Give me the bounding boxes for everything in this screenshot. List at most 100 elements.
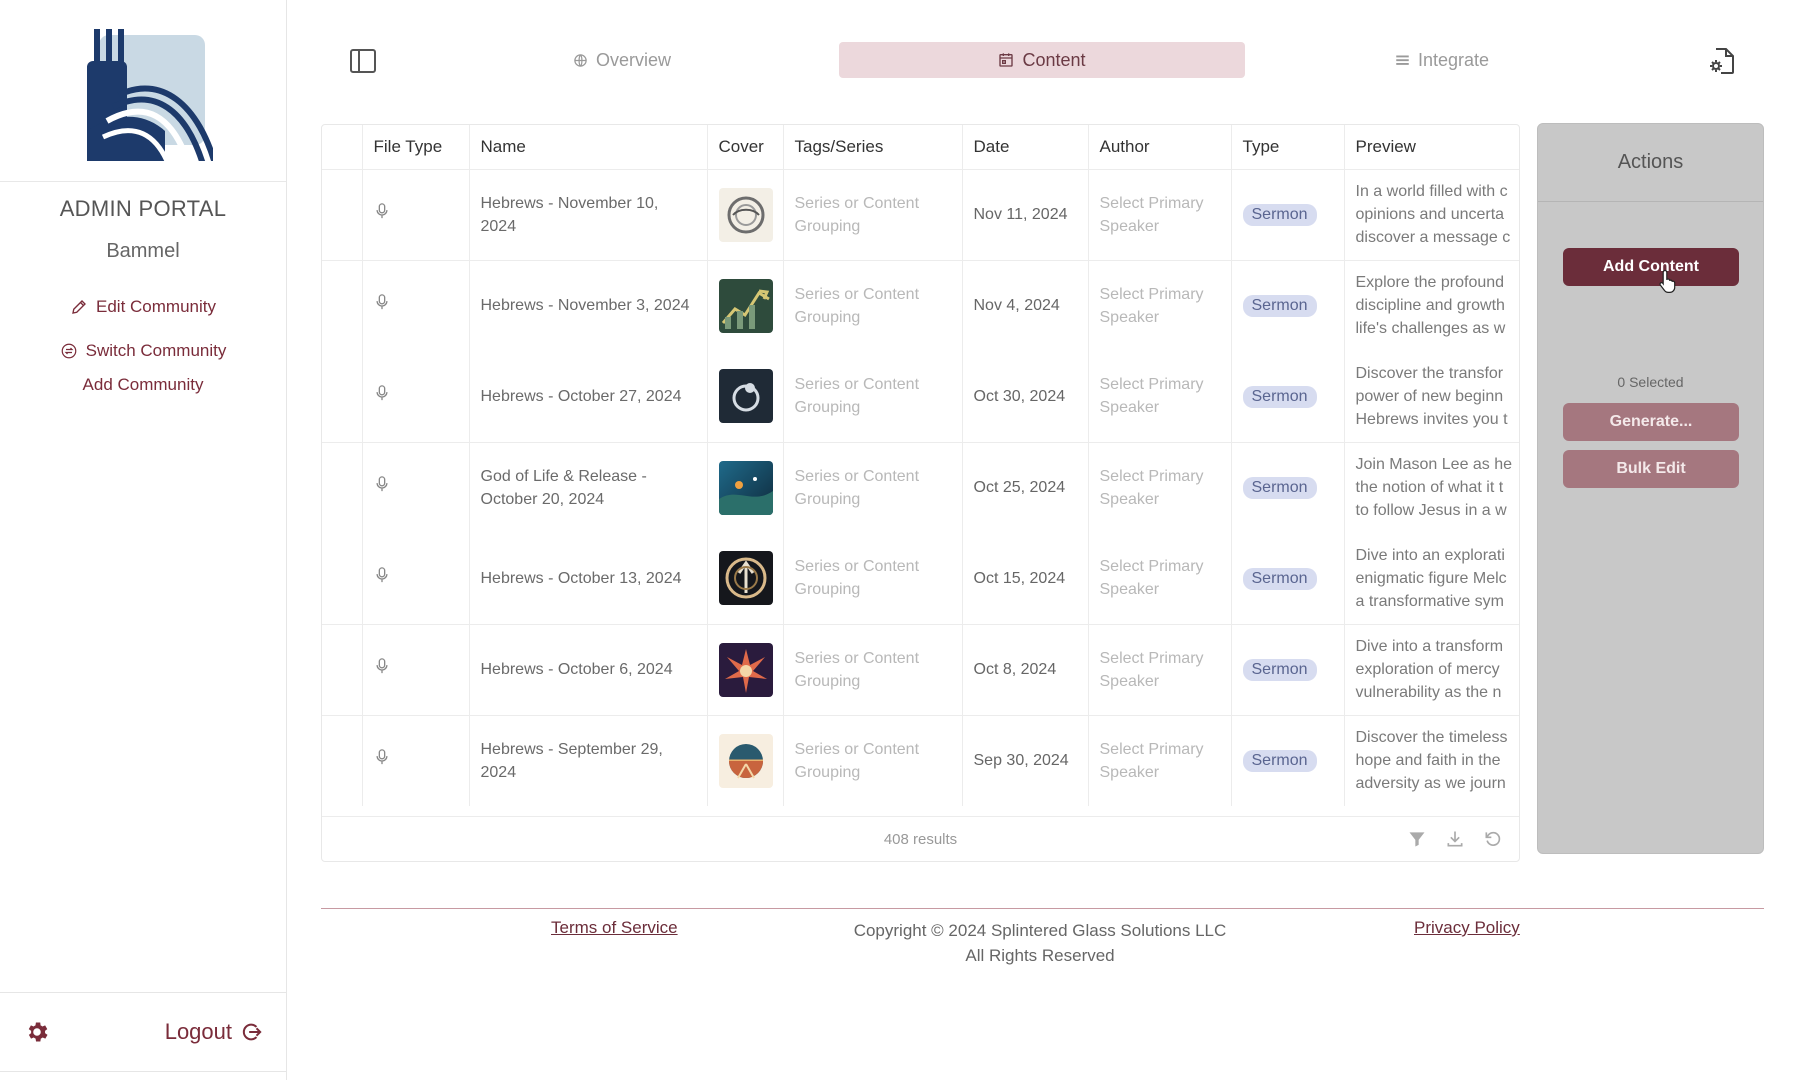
- row-select-cell[interactable]: [322, 351, 363, 442]
- preview-cell[interactable]: Explore the profound discipline and growt…: [1344, 259, 1519, 351]
- row-select-cell[interactable]: [322, 168, 363, 260]
- tags-series-field[interactable]: Series or Content Grouping: [783, 259, 963, 351]
- row-select-cell[interactable]: [322, 623, 363, 715]
- content-date[interactable]: Nov 11, 2024: [962, 168, 1089, 260]
- type-cell[interactable]: Sermon: [1231, 623, 1345, 715]
- cover-cell[interactable]: [707, 441, 784, 533]
- download-icon[interactable]: [1445, 829, 1465, 849]
- privacy-policy-link[interactable]: Privacy Policy: [1414, 918, 1520, 938]
- author-field[interactable]: Select Primary Speaker: [1088, 623, 1232, 715]
- row-select-cell[interactable]: [322, 259, 363, 351]
- table-row[interactable]: Hebrews - September 29, 2024 Series or Co…: [322, 714, 1519, 806]
- tab-integrate[interactable]: Integrate: [1367, 42, 1517, 78]
- column-header-tags-series[interactable]: Tags/Series: [783, 125, 963, 170]
- column-header-cover[interactable]: Cover: [707, 125, 784, 170]
- refresh-icon[interactable]: [1483, 829, 1503, 849]
- type-cell[interactable]: Sermon: [1231, 533, 1345, 624]
- edit-community-link[interactable]: Edit Community: [70, 297, 216, 317]
- cover-thumbnail[interactable]: [718, 187, 773, 242]
- add-content-button[interactable]: Add Content: [1563, 248, 1739, 286]
- author-field[interactable]: Select Primary Speaker: [1088, 533, 1232, 624]
- terms-of-service-link[interactable]: Terms of Service: [551, 918, 678, 938]
- type-cell[interactable]: Sermon: [1231, 168, 1345, 260]
- row-select-cell[interactable]: [322, 533, 363, 624]
- content-date[interactable]: Oct 8, 2024: [962, 623, 1089, 715]
- sidebar-toggle-icon[interactable]: [349, 47, 377, 75]
- content-name[interactable]: Hebrews - October 27, 2024: [469, 351, 708, 442]
- preview-cell[interactable]: Join Mason Lee as he the notion of what i…: [1344, 441, 1519, 533]
- column-header-file-type[interactable]: File Type: [362, 125, 470, 170]
- preview-cell[interactable]: Discover the transfor power of new beginn…: [1344, 351, 1519, 442]
- logout-button[interactable]: Logout: [165, 1019, 262, 1045]
- content-name[interactable]: Hebrews - November 10, 2024: [469, 168, 708, 260]
- type-cell[interactable]: Sermon: [1231, 441, 1345, 533]
- cover-cell[interactable]: [707, 259, 784, 351]
- tags-series-field[interactable]: Series or Content Grouping: [783, 441, 963, 533]
- table-row[interactable]: Hebrews - October 6, 2024 Series or Conte…: [322, 623, 1519, 715]
- content-name[interactable]: Hebrews - October 6, 2024: [469, 623, 708, 715]
- cover-cell[interactable]: [707, 623, 784, 715]
- cover-thumbnail[interactable]: [718, 551, 773, 606]
- content-name[interactable]: Hebrews - September 29, 2024: [469, 714, 708, 806]
- row-select-cell[interactable]: [322, 714, 363, 806]
- type-cell[interactable]: Sermon: [1231, 351, 1345, 442]
- author-field[interactable]: Select Primary Speaker: [1088, 351, 1232, 442]
- column-header-preview[interactable]: Preview: [1344, 125, 1519, 170]
- content-date[interactable]: Oct 25, 2024: [962, 441, 1089, 533]
- tab-overview[interactable]: Overview: [547, 42, 697, 78]
- content-date[interactable]: Oct 15, 2024: [962, 533, 1089, 624]
- author-field[interactable]: Select Primary Speaker: [1088, 714, 1232, 806]
- author-field[interactable]: Select Primary Speaker: [1088, 168, 1232, 260]
- tags-series-field[interactable]: Series or Content Grouping: [783, 533, 963, 624]
- generate-button[interactable]: Generate...: [1563, 403, 1739, 441]
- table-row[interactable]: Hebrews - November 10, 2024 Series or Con…: [322, 168, 1519, 260]
- table-row[interactable]: Hebrews - October 27, 2024 Series or Cont…: [322, 351, 1519, 442]
- bulk-edit-button[interactable]: Bulk Edit: [1563, 450, 1739, 488]
- table-row[interactable]: God of Life & Release - October 20, 2024…: [322, 441, 1519, 533]
- content-date[interactable]: Nov 4, 2024: [962, 259, 1089, 351]
- type-cell[interactable]: Sermon: [1231, 714, 1345, 806]
- column-header-type[interactable]: Type: [1231, 125, 1345, 170]
- cover-thumbnail[interactable]: [718, 733, 773, 788]
- tab-content[interactable]: Content: [839, 42, 1245, 78]
- cover-thumbnail[interactable]: [718, 369, 773, 424]
- cover-thumbnail[interactable]: [718, 460, 773, 515]
- content-name[interactable]: Hebrews - November 3, 2024: [469, 259, 708, 351]
- content-name[interactable]: Hebrews - October 13, 2024: [469, 533, 708, 624]
- cover-thumbnail[interactable]: [718, 278, 773, 333]
- file-gear-icon[interactable]: [1707, 46, 1737, 76]
- select-column-header[interactable]: [322, 125, 363, 170]
- cover-cell[interactable]: [707, 533, 784, 624]
- tags-series-field[interactable]: Series or Content Grouping: [783, 714, 963, 806]
- cover-cell[interactable]: [707, 714, 784, 806]
- row-select-cell[interactable]: [322, 441, 363, 533]
- filter-icon[interactable]: [1407, 829, 1427, 849]
- cover-cell[interactable]: [707, 351, 784, 442]
- cover-thumbnail[interactable]: [718, 642, 773, 697]
- preview-cell[interactable]: Dive into a transform exploration of merc…: [1344, 623, 1519, 715]
- author-field[interactable]: Select Primary Speaker: [1088, 259, 1232, 351]
- table-row[interactable]: Hebrews - October 13, 2024 Series or Cont…: [322, 533, 1519, 624]
- tags-series-field[interactable]: Series or Content Grouping: [783, 168, 963, 260]
- column-header-name[interactable]: Name: [469, 125, 708, 170]
- table-row[interactable]: Hebrews - November 3, 2024 Series or Cont…: [322, 259, 1519, 351]
- add-community-link[interactable]: Add Community: [83, 375, 204, 395]
- content-date[interactable]: Sep 30, 2024: [962, 714, 1089, 806]
- content-date[interactable]: Oct 30, 2024: [962, 351, 1089, 442]
- preview-line: life's challenges as w: [1355, 320, 1506, 338]
- type-cell[interactable]: Sermon: [1231, 259, 1345, 351]
- column-header-author[interactable]: Author: [1088, 125, 1232, 170]
- preview-cell[interactable]: Discover the timeless hope and faith in t…: [1344, 714, 1519, 806]
- microphone-icon: [375, 294, 388, 310]
- cover-cell[interactable]: [707, 168, 784, 260]
- content-name[interactable]: God of Life & Release - October 20, 2024: [469, 441, 708, 533]
- tags-series-field[interactable]: Series or Content Grouping: [783, 623, 963, 715]
- file-type-cell: [362, 259, 470, 351]
- tags-series-field[interactable]: Series or Content Grouping: [783, 351, 963, 442]
- preview-cell[interactable]: Dive into an explorati enigmatic figure M…: [1344, 533, 1519, 624]
- preview-cell[interactable]: In a world filled with c opinions and unc…: [1344, 168, 1519, 260]
- column-header-date[interactable]: Date: [962, 125, 1089, 170]
- author-field[interactable]: Select Primary Speaker: [1088, 441, 1232, 533]
- gear-icon[interactable]: [24, 1019, 50, 1045]
- switch-community-link[interactable]: Switch Community: [60, 341, 226, 361]
